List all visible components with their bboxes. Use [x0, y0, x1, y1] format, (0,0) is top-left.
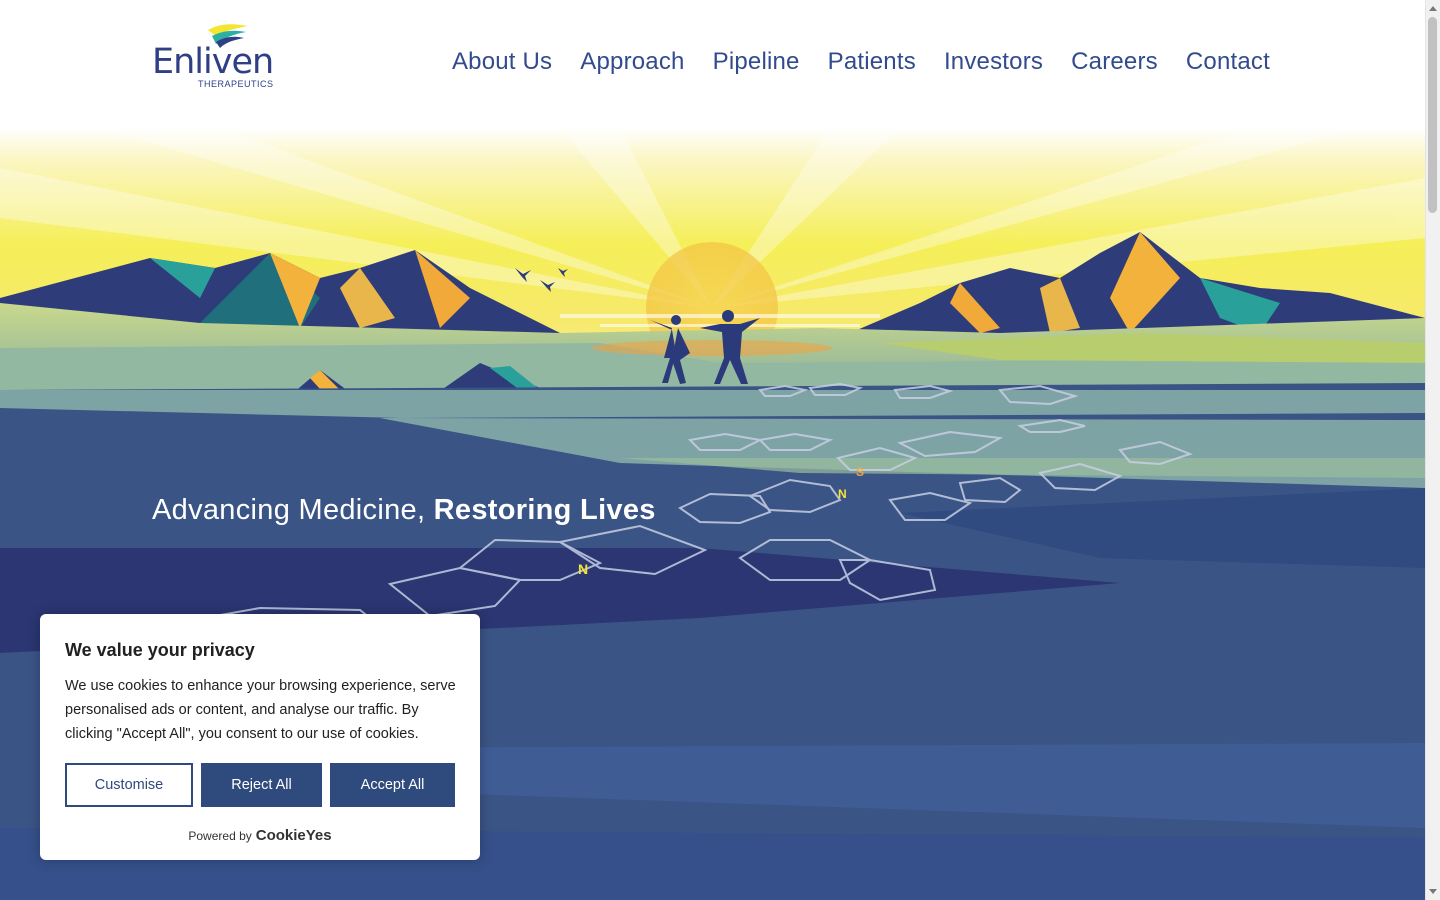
nav-patients[interactable]: Patients	[814, 48, 930, 76]
nav-careers[interactable]: Careers	[1057, 48, 1172, 76]
customise-button[interactable]: Customise	[65, 763, 193, 807]
molecule-letter-n2: N	[578, 561, 588, 577]
cookie-description: We use cookies to enhance your browsing …	[65, 678, 456, 742]
powered-by-label: Powered by	[188, 829, 252, 843]
molecule-letter-s: S	[856, 465, 864, 479]
cookie-consent-banner: We value your privacy We use cookies to …	[40, 614, 480, 860]
hero-tagline: Advancing Medicine, Restoring Lives	[152, 494, 656, 527]
cookieyes-logo[interactable]: CookieYes	[256, 827, 332, 844]
nav-approach[interactable]: Approach	[566, 48, 698, 76]
molecule-letter-n1: N	[838, 487, 847, 501]
tagline-regular: Advancing Medicine,	[152, 494, 434, 526]
cookie-title: We value your privacy	[65, 640, 255, 660]
scroll-thumb[interactable]	[1428, 17, 1437, 213]
nav-about-us[interactable]: About Us	[438, 48, 566, 76]
logo-subtitle: THERAPEUTICS	[198, 79, 274, 89]
logo-wordmark: Enliven	[152, 42, 274, 82]
scroll-down-icon[interactable]	[1429, 889, 1437, 894]
scroll-up-icon[interactable]	[1429, 6, 1437, 11]
site-header: Enliven THERAPEUTICS About Us Approach P…	[0, 0, 1425, 128]
accept-all-button[interactable]: Accept All	[330, 763, 455, 807]
nav-investors[interactable]: Investors	[930, 48, 1057, 76]
nav-contact[interactable]: Contact	[1172, 48, 1270, 76]
tagline-bold: Restoring Lives	[433, 494, 656, 526]
nav-pipeline[interactable]: Pipeline	[699, 48, 814, 76]
page-scrollbar[interactable]	[1425, 0, 1440, 900]
reject-all-button[interactable]: Reject All	[201, 763, 322, 807]
main-nav: About Us Approach Pipeline Patients Inve…	[438, 48, 1270, 76]
page: Enliven THERAPEUTICS About Us Approach P…	[0, 0, 1440, 900]
logo[interactable]: Enliven THERAPEUTICS	[150, 22, 280, 94]
powered-by: Powered by CookieYes	[40, 827, 480, 844]
